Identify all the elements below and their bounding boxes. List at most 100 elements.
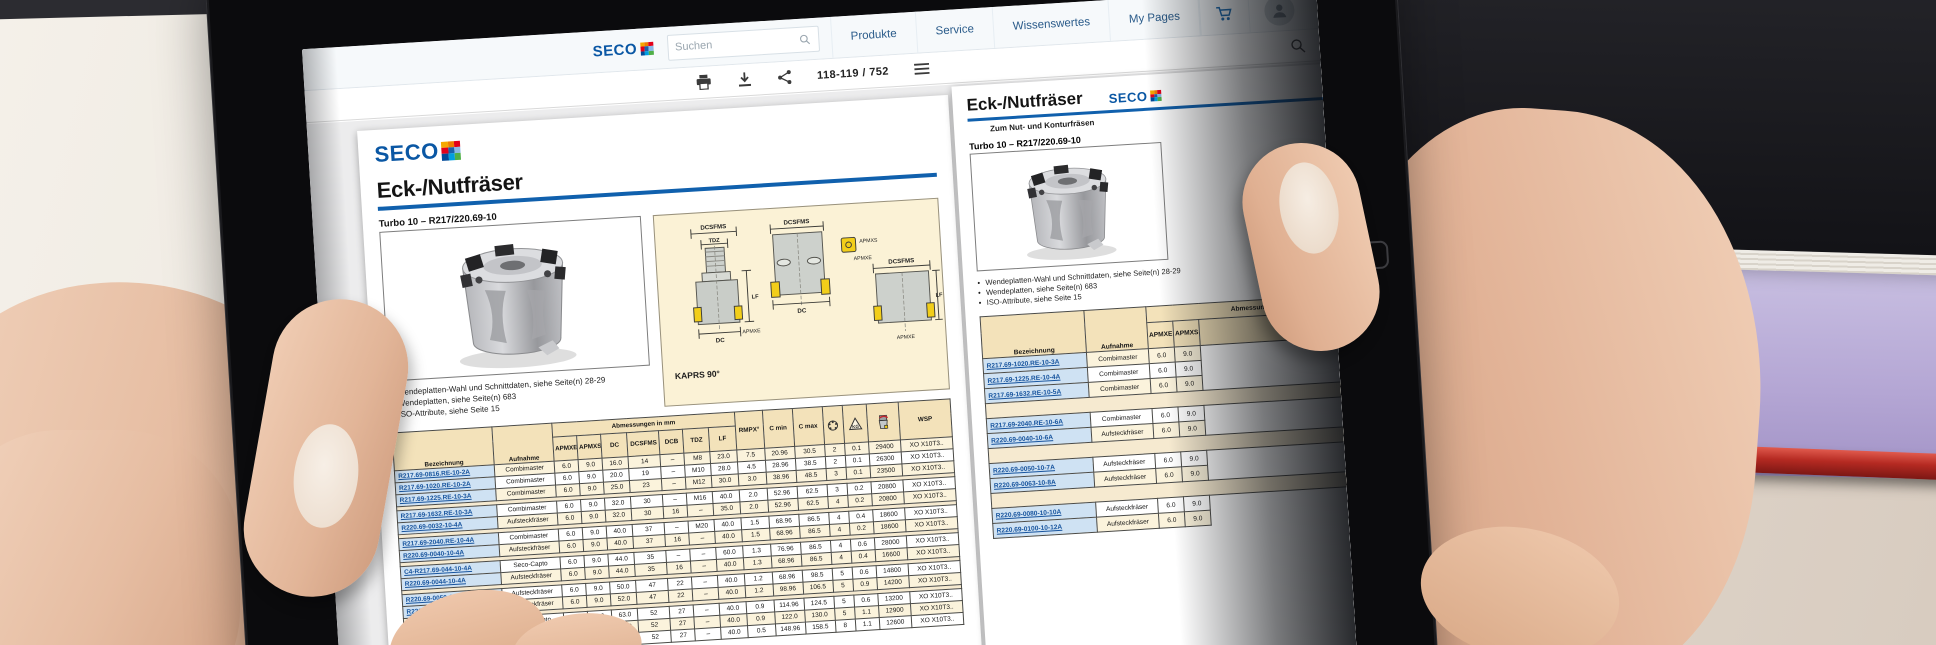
cart-icon [1215, 5, 1234, 22]
milling-cutter-photo [425, 221, 604, 377]
col-header-dcb: DCB [659, 429, 684, 454]
product-photo-box [379, 216, 650, 382]
svg-text:APMXE: APMXE [854, 255, 873, 262]
download-button[interactable] [737, 72, 752, 88]
nav-item-label: My Pages [1129, 10, 1181, 25]
table-cell: 52 [639, 630, 672, 644]
search-input[interactable] [675, 33, 800, 53]
col-header-aufnahme: Aufnahme [492, 423, 554, 465]
account-button[interactable] [1248, 0, 1311, 32]
seco-logo: SECO [1108, 88, 1162, 106]
menu-icon [914, 62, 930, 76]
col-header-cmin: C min [762, 409, 794, 449]
search-icon [1290, 38, 1306, 54]
seco-logo[interactable]: SECO [591, 28, 654, 73]
table-cell: 9.0 [1175, 361, 1202, 378]
table-cell: 9.0 [1174, 346, 1201, 363]
catalog-page-left: SECO Eck-/Nutfräser Turbo 10 – R217/220.… [357, 95, 987, 645]
milling-cutter-photo [1002, 147, 1137, 267]
col-header-weight: KG [842, 404, 868, 443]
nav-item-my-pages[interactable]: My Pages [1108, 0, 1201, 41]
svg-text:LF: LF [752, 294, 760, 300]
svg-text:DC: DC [716, 337, 726, 345]
cart-button[interactable] [1199, 0, 1250, 35]
svg-text:APMXE: APMXE [742, 328, 761, 335]
svg-text:KG: KG [852, 424, 860, 429]
col-header-bezeichnung: Bezeichnung [392, 427, 494, 471]
table-cell: 9.0 [1176, 376, 1203, 393]
col-header-rpm [866, 402, 900, 442]
user-avatar-icon [1264, 0, 1296, 26]
svg-text:TDZ: TDZ [708, 238, 720, 245]
kg-icon: KG [847, 417, 863, 431]
table-cell: 6.0 [1149, 362, 1176, 379]
col-header-apmxs: APMXS [577, 434, 602, 459]
col-header-apmxe: APMXE [1147, 321, 1175, 349]
table-cell: 6.0 [1156, 467, 1183, 484]
technical-drawing: DCSFMS TDZ L [654, 199, 949, 406]
nav-item-label: Wissenswertes [1012, 16, 1090, 33]
col-header-apmxe: APMXE [553, 436, 578, 461]
table-cell: 6.0 [1153, 422, 1180, 439]
table-cell: 12600 [879, 616, 912, 630]
svg-text:APMXS: APMXS [859, 238, 878, 245]
col-header-z-count [822, 405, 844, 444]
table-cell: 9.0 [1183, 496, 1210, 513]
table-cell: 9.0 [1178, 406, 1205, 423]
table-cell: XO X10T3.. [911, 612, 964, 627]
tablet-screen: SECO Produkte Service Wissenswertes My P… [302, 0, 1357, 645]
product-photo-box [970, 142, 1169, 272]
col-header-aufnahme: Aufnahme [1084, 307, 1148, 353]
table-cell: 6.0 [1152, 407, 1179, 424]
seco-logo-text: SECO [1108, 89, 1148, 106]
drawing-caption: KAPRS 90° [675, 368, 721, 381]
col-header-dcsfms: DCSFMS [627, 431, 660, 457]
svg-text:DCSFMS: DCSFMS [700, 223, 726, 232]
seco-logo-text: SECO [374, 138, 440, 168]
info-bullet-list: Wendeplatten-Wahl und Schnittdaten, sieh… [389, 374, 635, 421]
menu-button[interactable] [914, 62, 930, 76]
col-header-wsp: WSP [898, 399, 952, 440]
col-header-cmax: C max [792, 407, 824, 447]
svg-text:APMXE: APMXE [897, 334, 916, 341]
svg-text:LF: LF [935, 292, 943, 298]
col-header-apmxs: APMXS [1173, 320, 1201, 348]
seco-logo-text: SECO [592, 41, 637, 61]
document-viewer[interactable]: SECO Eck-/Nutfräser Turbo 10 – R217/220.… [307, 62, 1358, 645]
col-header-rmpx: RMPX° [734, 410, 764, 450]
table-cell: 0.5 [747, 624, 776, 638]
table-cell: 40.0 [721, 626, 748, 640]
table-cell: 9.0 [1182, 466, 1209, 483]
toolbar-search-button[interactable] [1290, 38, 1306, 59]
search-box [666, 25, 819, 60]
download-icon [737, 72, 752, 88]
table-cell: 6.0 [1155, 452, 1182, 469]
seco-logo-mark [441, 140, 461, 160]
z-count-icon [827, 419, 840, 432]
share-icon [777, 69, 792, 85]
magnifier-icon [799, 33, 811, 46]
table-cell: 6.0 [1150, 377, 1177, 394]
col-header-tdz: TDZ [683, 428, 710, 454]
table-cell: – [695, 627, 722, 641]
table-cell: 9.0 [1179, 421, 1206, 438]
table-cell: 6.0 [1158, 512, 1185, 529]
nav-item-label: Service [935, 23, 974, 37]
nav-item-produkte[interactable]: Produkte [830, 12, 917, 58]
print-icon [695, 74, 712, 90]
table-cell: 6.0 [1148, 347, 1175, 364]
col-header-dc: DC [601, 433, 628, 459]
table-cell: Aufsteckfräser [1097, 514, 1160, 533]
rpm-icon [876, 414, 890, 431]
table-cell: 27 [671, 629, 696, 642]
col-header-lf: LF [709, 426, 737, 452]
nav-item-service[interactable]: Service [914, 7, 994, 53]
nav-item-wissenswertes[interactable]: Wissenswertes [992, 0, 1111, 48]
svg-text:DCSFMS: DCSFMS [888, 257, 914, 266]
svg-text:DCSFMS: DCSFMS [783, 218, 809, 227]
table-cell: 6.0 [1158, 497, 1185, 514]
share-button[interactable] [777, 69, 792, 85]
page-indicator: 118-119 / 752 [817, 65, 889, 81]
print-button[interactable] [695, 74, 712, 90]
info-bullet-list: Wendeplatten-Wahl und Schnittdaten, sieh… [977, 266, 1188, 309]
